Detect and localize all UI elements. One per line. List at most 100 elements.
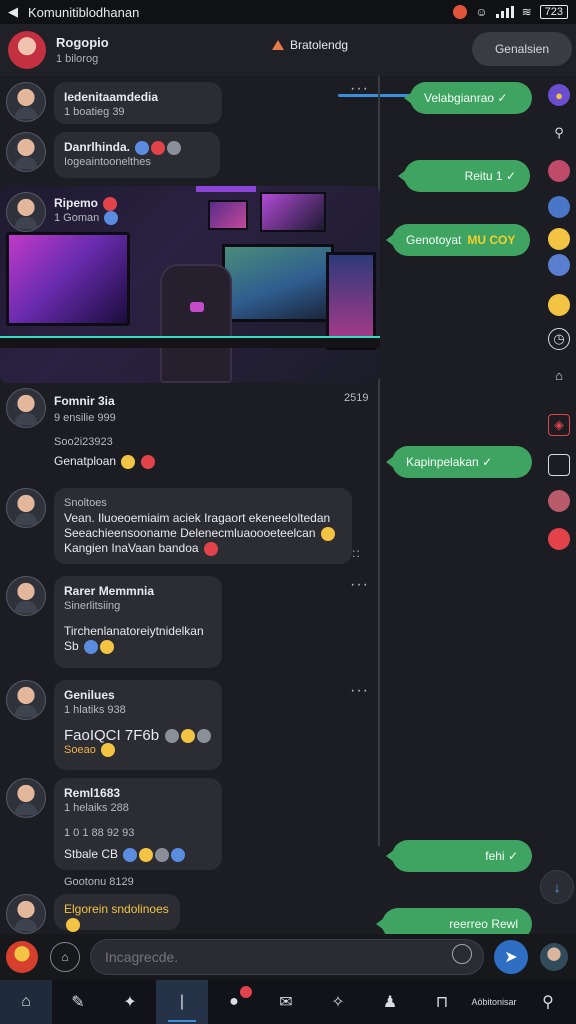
emoji-icon: [104, 210, 119, 225]
wall-poster: [260, 192, 326, 232]
avatar[interactable]: [6, 488, 46, 528]
avatar[interactable]: [6, 82, 46, 122]
person-icon: ♟: [382, 994, 398, 1011]
list-item[interactable]: Snoltoes Vean. Iluoeoemiaim aciek Iragao…: [6, 488, 352, 564]
wifi-icon: ≋: [521, 5, 532, 19]
screen-icon[interactable]: [548, 454, 570, 476]
message-timestamp: 2519: [344, 392, 369, 404]
sender-time: 1 Goman: [54, 211, 100, 224]
status-bar-title: Komunitiblodhanan: [28, 4, 140, 20]
avatar[interactable]: [6, 192, 46, 232]
emoji-icon: [151, 140, 166, 155]
nav-star[interactable]: ✧: [312, 980, 364, 1024]
gaming-setup-image[interactable]: Ripemo 1 Goman: [0, 186, 380, 383]
nav-chat[interactable]: |: [156, 980, 208, 1024]
list-item[interactable]: Elgorein sndolinoes: [6, 894, 180, 934]
outgoing-bubble[interactable]: Reitu 1 ✓: [398, 160, 530, 192]
monitor-left: [6, 232, 130, 326]
message-bubble: Iedenitaamdedia 1 boatieg 39: [54, 82, 222, 124]
chat-scroll-area[interactable]: Iedenitaamdedia 1 boatieg 39 ··· Danrlhi…: [0, 76, 576, 934]
avatar[interactable]: [6, 778, 46, 818]
nav-search[interactable]: ⚲: [520, 980, 576, 1024]
list-item[interactable]: Fomnir 3ia 9 ensilie 999 Soo2i23923 Gena…: [6, 388, 155, 469]
avatar[interactable]: [6, 132, 46, 172]
outgoing-text: fehi: [485, 849, 505, 863]
outgoing-bubble[interactable]: fehi ✓: [386, 840, 532, 872]
nav-mail[interactable]: ✉: [260, 980, 312, 1024]
reaction-icon[interactable]: ●: [548, 84, 570, 106]
more-options-icon[interactable]: ···: [350, 682, 369, 700]
sticker-icon[interactable]: [548, 160, 570, 182]
more-options-icon[interactable]: ···: [350, 80, 369, 98]
nav-home[interactable]: ⌂: [0, 980, 52, 1024]
emoji-icon: [100, 639, 115, 654]
desk: [0, 336, 380, 348]
list-item[interactable]: Genilues 1 hlatiks 938 FaoIQCI 7F6b Soea…: [6, 680, 222, 770]
bottom-navigation: ⌂ ✎ ✦ | ● ✉ ✧ ♟ ⊓ Aöbitonisar ⚲: [0, 980, 576, 1024]
nav-bag[interactable]: ⊓: [416, 980, 468, 1024]
sunglasses-emoji-icon[interactable]: [548, 228, 570, 250]
location-icon[interactable]: ⚲: [548, 122, 570, 144]
sender-name: Snoltoes: [64, 497, 107, 509]
outgoing-highlight: MU COY: [467, 233, 516, 247]
avatar[interactable]: [6, 894, 46, 934]
sender-time: Sinerlitsiing: [64, 600, 121, 612]
list-item[interactable]: Iedenitaamdedia 1 boatieg 39: [6, 82, 222, 124]
clock-icon[interactable]: ◷: [548, 328, 570, 350]
nav-more[interactable]: Aöbitonisar: [468, 980, 520, 1024]
send-button[interactable]: ➤: [494, 940, 528, 974]
message-text: Sb: [64, 639, 79, 653]
sender-name: Fomnir 3ia: [54, 394, 115, 408]
alert-icon: [453, 5, 468, 19]
gallery-icon[interactable]: ◈: [548, 414, 570, 436]
chat-icon: |: [179, 993, 185, 1010]
avatar[interactable]: [6, 388, 46, 428]
message-text: Tirchenlanatoreiytnidelkan: [64, 624, 204, 638]
message-input[interactable]: [90, 939, 484, 975]
globe-icon[interactable]: [548, 196, 570, 218]
emoji-icon: [100, 743, 115, 758]
nav-notifications[interactable]: ●: [208, 980, 260, 1024]
contact-avatar[interactable]: [8, 31, 46, 69]
nav-edit[interactable]: ✎: [52, 980, 104, 1024]
list-item[interactable]: Reml1683 1 helaiks 288 1 0 1 88 92 93 St…: [6, 778, 222, 870]
outgoing-bubble[interactable]: reerreo Rewl: [376, 908, 532, 934]
profile-avatar[interactable]: [540, 943, 568, 971]
image-sender: Ripemo 1 Goman: [6, 192, 119, 232]
emoji-icon: [320, 526, 335, 541]
tab-active[interactable]: Bratolendg: [272, 38, 348, 52]
sender-name: Iedenitaamdedia: [64, 90, 159, 104]
app-back-icon: ◀: [8, 4, 18, 19]
mail-icon: ✉: [279, 994, 293, 1011]
message-text: FaoIQCI 7F6b: [64, 727, 160, 744]
puzzle-icon[interactable]: ⌂: [548, 364, 570, 386]
message-bubble: Rarer Memmnia Sinerlitsiing Tirchenlanat…: [54, 576, 222, 668]
avatar[interactable]: [548, 490, 570, 512]
header-action-button[interactable]: Genalsien: [472, 32, 572, 66]
gaming-chair: [160, 264, 232, 383]
sender-time: Iogeaintoonelthes: [64, 156, 151, 168]
heart-eyes-emoji-icon[interactable]: [548, 294, 570, 316]
sender-name: Reml1683: [64, 786, 121, 800]
outgoing-bubble[interactable]: Velabgianrao ✓: [404, 82, 532, 114]
user-avatar[interactable]: [6, 941, 38, 973]
outgoing-bubble[interactable]: Kapinpelakan ✓: [386, 446, 532, 478]
nav-explore[interactable]: ✦: [104, 980, 156, 1024]
avatar[interactable]: [6, 680, 46, 720]
bell-icon: ●: [229, 993, 239, 1010]
avatar[interactable]: [6, 576, 46, 616]
list-item[interactable]: Danrlhinda. Iogeaintoonelthes: [6, 132, 220, 178]
resize-handle-icon[interactable]: ::: [352, 546, 361, 560]
more-options-icon[interactable]: ···: [350, 576, 369, 594]
emoji-icon[interactable]: [452, 944, 472, 964]
outgoing-bubble[interactable]: Genotoyat MU COY: [386, 224, 530, 256]
nav-profile[interactable]: ♟: [364, 980, 416, 1024]
emoji-icon: [171, 847, 186, 862]
search-icon: ⚲: [542, 994, 554, 1011]
attachment-icon[interactable]: ⌂: [50, 942, 80, 972]
scroll-to-bottom-button[interactable]: ↓: [540, 870, 574, 904]
gift-icon[interactable]: [548, 528, 570, 550]
list-item[interactable]: Rarer Memmnia Sinerlitsiing Tirchenlanat…: [6, 576, 222, 668]
globe-icon[interactable]: [548, 254, 570, 276]
message-text: Elgorein sndolinoes: [64, 902, 169, 916]
